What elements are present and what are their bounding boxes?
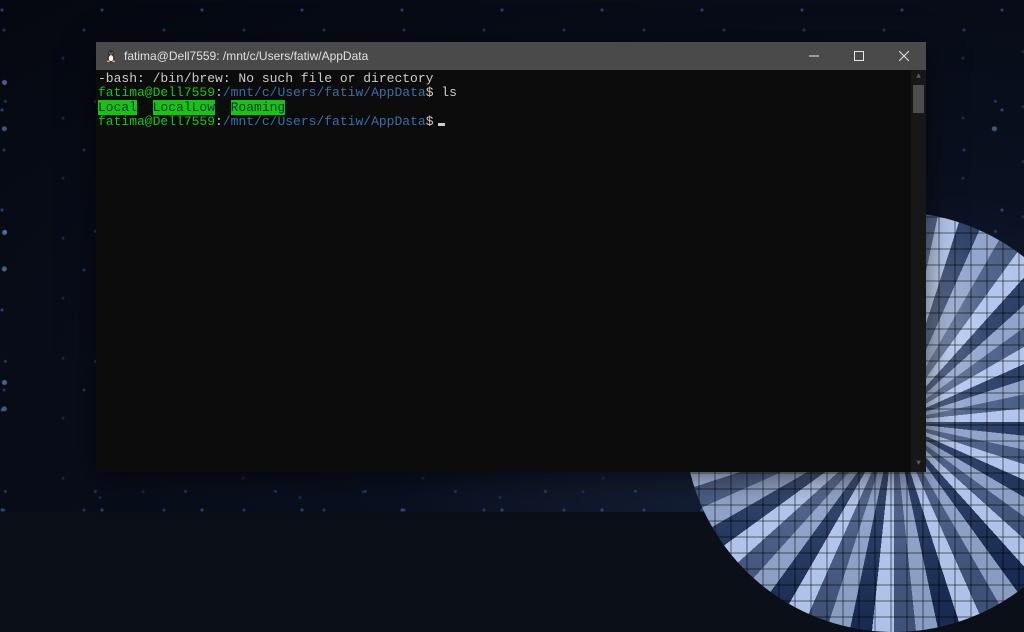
terminal-cursor	[438, 123, 445, 126]
window-titlebar[interactable]: fatima@Dell7559: /mnt/c/Users/fatiw/AppD…	[96, 42, 926, 70]
close-button[interactable]	[881, 42, 926, 70]
maximize-button[interactable]	[836, 42, 881, 70]
scrollbar[interactable]: ▲ ▼	[911, 70, 926, 472]
prompt-dollar: $	[426, 85, 434, 100]
prompt-user-host: fatima@Dell7559	[98, 85, 215, 100]
ls-output-line: Local LocalLow Roaming	[98, 101, 924, 115]
terminal-body[interactable]: -bash: /bin/brew: No such file or direct…	[96, 70, 926, 472]
prompt-path: /mnt/c/Users/fatiw/AppData	[223, 85, 426, 100]
prompt-colon: :	[215, 85, 223, 100]
prompt-dollar: $	[426, 114, 434, 129]
directory-item: Local	[98, 100, 137, 115]
prompt-colon: :	[215, 114, 223, 129]
terminal-window: fatima@Dell7559: /mnt/c/Users/fatiw/AppD…	[96, 42, 926, 472]
window-title: fatima@Dell7559: /mnt/c/Users/fatiw/AppD…	[124, 49, 791, 63]
prompt-line-2: fatima@Dell7559:/mnt/c/Users/fatiw/AppDa…	[98, 115, 924, 129]
directory-item: Roaming	[231, 100, 286, 115]
prompt-line-1: fatima@Dell7559:/mnt/c/Users/fatiw/AppDa…	[98, 86, 924, 100]
prompt-path: /mnt/c/Users/fatiw/AppData	[223, 114, 426, 129]
scroll-thumb[interactable]	[913, 85, 924, 113]
scroll-up-arrow[interactable]: ▲	[911, 70, 926, 85]
error-line: -bash: /bin/brew: No such file or direct…	[98, 72, 924, 86]
minimize-button[interactable]	[791, 42, 836, 70]
tux-icon	[104, 49, 118, 63]
window-controls	[791, 42, 926, 70]
command-text: ls	[434, 85, 457, 100]
scroll-down-arrow[interactable]: ▼	[911, 457, 926, 472]
directory-item: LocalLow	[153, 100, 215, 115]
prompt-user-host: fatima@Dell7559	[98, 114, 215, 129]
